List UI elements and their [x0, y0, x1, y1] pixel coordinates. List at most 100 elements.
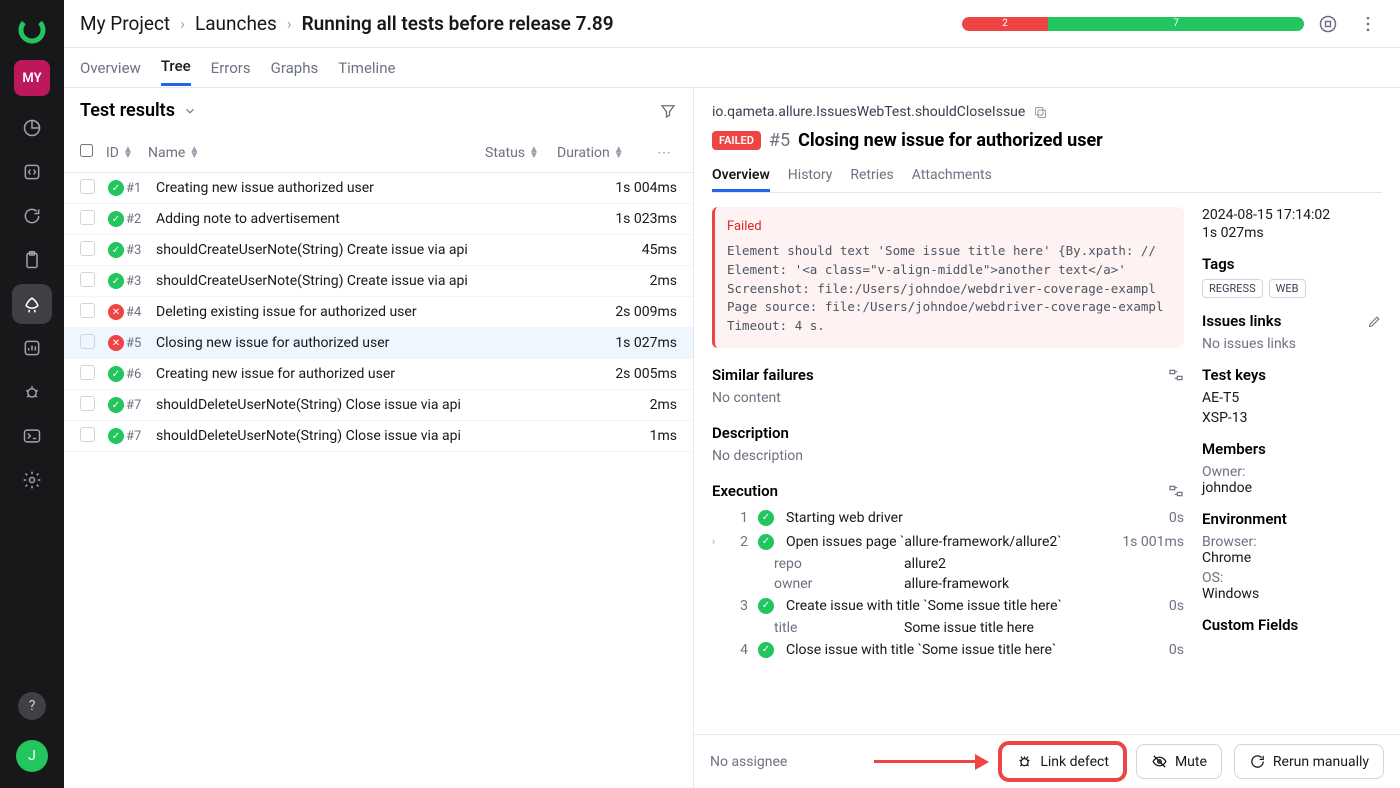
tab-graphs[interactable]: Graphs [271, 51, 319, 85]
table-row[interactable]: ✓ #7 shouldDeleteUserNote(String) Close … [64, 421, 693, 452]
step-param: titleSome issue title here [712, 618, 1184, 638]
detail-tab-history[interactable]: History [788, 161, 833, 192]
eye-off-icon [1151, 753, 1168, 770]
tag-badge[interactable]: WEB [1269, 279, 1306, 298]
tab-errors[interactable]: Errors [211, 51, 251, 85]
link-defect-button[interactable]: Link defect [1001, 744, 1124, 779]
detail-footer: No assignee Link defect Mute Rerun manua… [694, 734, 1400, 788]
status-badge: FAILED [712, 131, 761, 150]
table-row[interactable]: ✓ #6 Creating new issue for authorized u… [64, 359, 693, 390]
table-row[interactable]: ✓ #1 Creating new issue authorized user … [64, 173, 693, 204]
row-name: Adding note to advertisement [156, 211, 591, 227]
tag-badge[interactable]: REGRESS [1202, 279, 1263, 298]
test-key[interactable]: XSP-13 [1202, 410, 1382, 426]
help-button[interactable]: ? [18, 692, 46, 720]
param-key: title [774, 620, 894, 636]
stop-run-button[interactable] [1312, 8, 1344, 40]
nav-code-icon[interactable] [12, 152, 52, 192]
table-row[interactable]: ✓ #7 shouldDeleteUserNote(String) Close … [64, 390, 693, 421]
row-name: Creating new issue authorized user [156, 180, 591, 196]
detail-tab-attachments[interactable]: Attachments [912, 161, 992, 192]
description-heading: Description [712, 424, 789, 442]
owner-label: Owner: [1202, 464, 1382, 480]
row-checkbox[interactable] [80, 303, 95, 318]
table-more-icon[interactable]: ⋯ [657, 145, 677, 161]
nav-defects-icon[interactable] [12, 372, 52, 412]
row-checkbox[interactable] [80, 272, 95, 287]
logo[interactable] [14, 12, 50, 48]
assignee-text[interactable]: No assignee [710, 754, 862, 770]
table-row[interactable]: ✕ #5 Closing new issue for authorized us… [64, 328, 693, 359]
select-all-checkbox[interactable] [80, 144, 93, 157]
step-status-icon: ✓ [758, 510, 776, 526]
row-checkbox[interactable] [80, 334, 95, 349]
row-checkbox[interactable] [80, 427, 95, 442]
filter-icon[interactable] [659, 102, 677, 120]
more-menu-button[interactable] [1352, 8, 1384, 40]
launch-tabs: Overview Tree Errors Graphs Timeline [64, 48, 1400, 88]
table-row[interactable]: ✕ #4 Deleting existing issue for authori… [64, 297, 693, 328]
error-box: Failed Element should text 'Some issue t… [712, 207, 1184, 348]
chevron-right-icon: › [712, 535, 724, 548]
breadcrumb-project[interactable]: My Project [80, 12, 170, 35]
step-number: 4 [734, 642, 748, 658]
tab-tree[interactable]: Tree [161, 49, 191, 86]
description-empty: No description [712, 448, 1184, 464]
detail-tab-overview[interactable]: Overview [712, 161, 770, 192]
row-duration: 1s 027ms [591, 335, 677, 351]
row-id: #6 [126, 367, 156, 382]
row-checkbox[interactable] [80, 396, 95, 411]
step-text: Starting web driver [786, 510, 1104, 526]
tab-timeline[interactable]: Timeline [338, 51, 395, 85]
nav-clipboard-icon[interactable] [12, 240, 52, 280]
nav-analytics-icon[interactable] [12, 328, 52, 368]
copy-icon[interactable] [1033, 105, 1048, 120]
row-checkbox[interactable] [80, 210, 95, 225]
test-title: Closing new issue for authorized user [798, 130, 1103, 151]
table-row[interactable]: ✓ #2 Adding note to advertisement 1s 023… [64, 204, 693, 235]
row-duration: 2ms [591, 397, 677, 413]
row-duration: 2s 009ms [591, 304, 677, 320]
param-key: repo [774, 556, 894, 572]
col-duration[interactable]: Duration▲▼ [557, 145, 657, 161]
execution-step[interactable]: 3 ✓ Create issue with title `Some issue … [712, 594, 1184, 618]
nav-terminal-icon[interactable] [12, 416, 52, 456]
row-checkbox[interactable] [80, 365, 95, 380]
chevron-right-icon: › [180, 14, 185, 33]
chevron-down-icon[interactable] [183, 104, 197, 118]
rerun-button[interactable]: Rerun manually [1234, 744, 1384, 779]
row-id: #7 [126, 429, 156, 444]
row-checkbox[interactable] [80, 179, 95, 194]
similar-failures-action-icon[interactable] [1168, 367, 1184, 383]
nav-settings-icon[interactable] [12, 460, 52, 500]
user-avatar[interactable]: J [16, 740, 48, 772]
col-status[interactable]: Status▲▼ [485, 145, 557, 161]
table-row[interactable]: ✓ #3 shouldCreateUserNote(String) Create… [64, 235, 693, 266]
execution-step[interactable]: 1 ✓ Starting web driver 0s [712, 506, 1184, 530]
project-avatar[interactable]: MY [14, 60, 50, 96]
nav-launches-icon[interactable] [12, 284, 52, 324]
row-id: #3 [126, 274, 156, 289]
test-key[interactable]: AE-T5 [1202, 390, 1382, 406]
table-row[interactable]: ✓ #3 shouldCreateUserNote(String) Create… [64, 266, 693, 297]
col-id[interactable]: ID▲▼ [106, 145, 144, 161]
row-checkbox[interactable] [80, 241, 95, 256]
row-name: shouldDeleteUserNote(String) Close issue… [156, 397, 591, 413]
nav-dashboard-icon[interactable] [12, 108, 52, 148]
breadcrumb-section[interactable]: Launches [195, 12, 277, 35]
nav-refresh-icon[interactable] [12, 196, 52, 236]
step-number: 2 [734, 534, 748, 550]
members-heading: Members [1202, 440, 1266, 458]
detail-tab-retries[interactable]: Retries [850, 161, 893, 192]
tags-heading: Tags [1202, 255, 1235, 273]
execution-action-icon[interactable] [1168, 483, 1184, 499]
execution-step[interactable]: 4 ✓ Close issue with title `Some issue t… [712, 638, 1184, 662]
tab-overview[interactable]: Overview [80, 51, 141, 85]
mute-button[interactable]: Mute [1136, 744, 1222, 779]
test-full-path: io.qameta.allure.IssuesWebTest.shouldClo… [712, 104, 1025, 120]
execution-step[interactable]: › 2 ✓ Open issues page `allure-framework… [712, 530, 1184, 554]
col-name[interactable]: Name▲▼ [148, 145, 485, 161]
edit-issues-icon[interactable] [1367, 314, 1382, 329]
run-status-bar[interactable]: 2 7 [962, 17, 1304, 31]
status-passed-segment: 7 [1048, 17, 1304, 31]
